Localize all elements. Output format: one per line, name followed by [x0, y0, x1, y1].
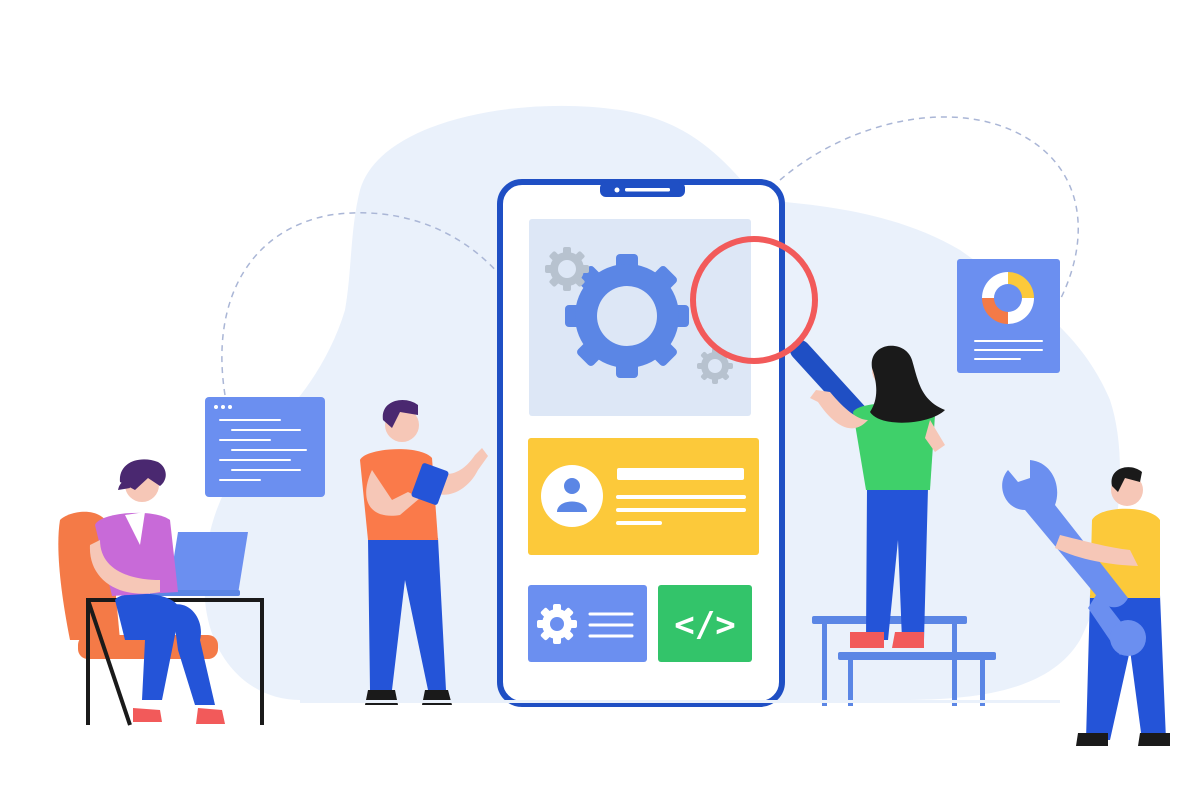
code-icon: </>: [674, 605, 735, 645]
code-window-panel: [205, 397, 325, 497]
small-gear-icon: [545, 247, 589, 291]
report-card: [957, 259, 1060, 373]
app-development-illustration: </>: [58, 105, 1170, 746]
smartphone: </>: [497, 179, 785, 707]
code-window-card: [205, 397, 325, 497]
tile-gear-icon: [537, 604, 577, 644]
ground-line: [300, 700, 1060, 703]
user-avatar-icon: [541, 465, 603, 527]
